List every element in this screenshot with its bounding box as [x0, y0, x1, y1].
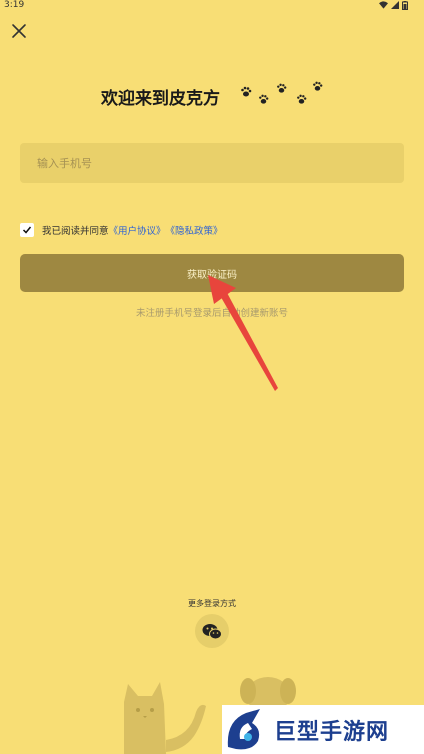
status-time: 3:19 — [4, 0, 25, 10]
paw-print-icon — [259, 94, 269, 104]
close-icon — [12, 24, 26, 38]
wifi-icon — [379, 1, 388, 9]
paw-print-icon — [241, 86, 252, 97]
page-title: 欢迎来到皮克方 — [101, 89, 220, 109]
watermark-logo — [227, 708, 260, 749]
wechat-login-button[interactable] — [195, 614, 229, 648]
cat-illustration — [124, 682, 206, 754]
title-row: 欢迎来到皮克方 — [0, 80, 424, 116]
wechat-icon — [202, 623, 222, 639]
checkmark-icon — [22, 226, 32, 234]
arrow-shaft — [218, 289, 278, 391]
annotation-arrow — [208, 275, 278, 391]
watermark: 巨型手游网 — [222, 705, 424, 754]
close-button[interactable] — [11, 23, 27, 39]
battery-icon — [402, 1, 408, 10]
watermark-text: 巨型手游网 — [274, 719, 390, 745]
phone-input[interactable] — [20, 143, 404, 183]
more-login-label: 更多登录方式 — [188, 599, 236, 608]
paw-print-icon — [313, 81, 323, 91]
arrow-head — [208, 275, 236, 304]
user-agreement-link[interactable]: 《用户协议》 — [109, 223, 166, 237]
privacy-policy-link[interactable]: 《隐私政策》 — [166, 223, 223, 237]
agreement-text: 我已阅读并同意 — [42, 226, 109, 237]
status-icons — [379, 1, 408, 10]
paw-print-icon — [277, 83, 287, 93]
agreement-checkbox[interactable] — [20, 223, 34, 237]
status-bar: 3:19 — [0, 0, 424, 12]
agreement-row: 我已阅读并同意 《用户协议》 《隐私政策》 — [20, 222, 223, 238]
paw-print-icon — [297, 94, 307, 104]
signal-icon — [391, 1, 399, 9]
